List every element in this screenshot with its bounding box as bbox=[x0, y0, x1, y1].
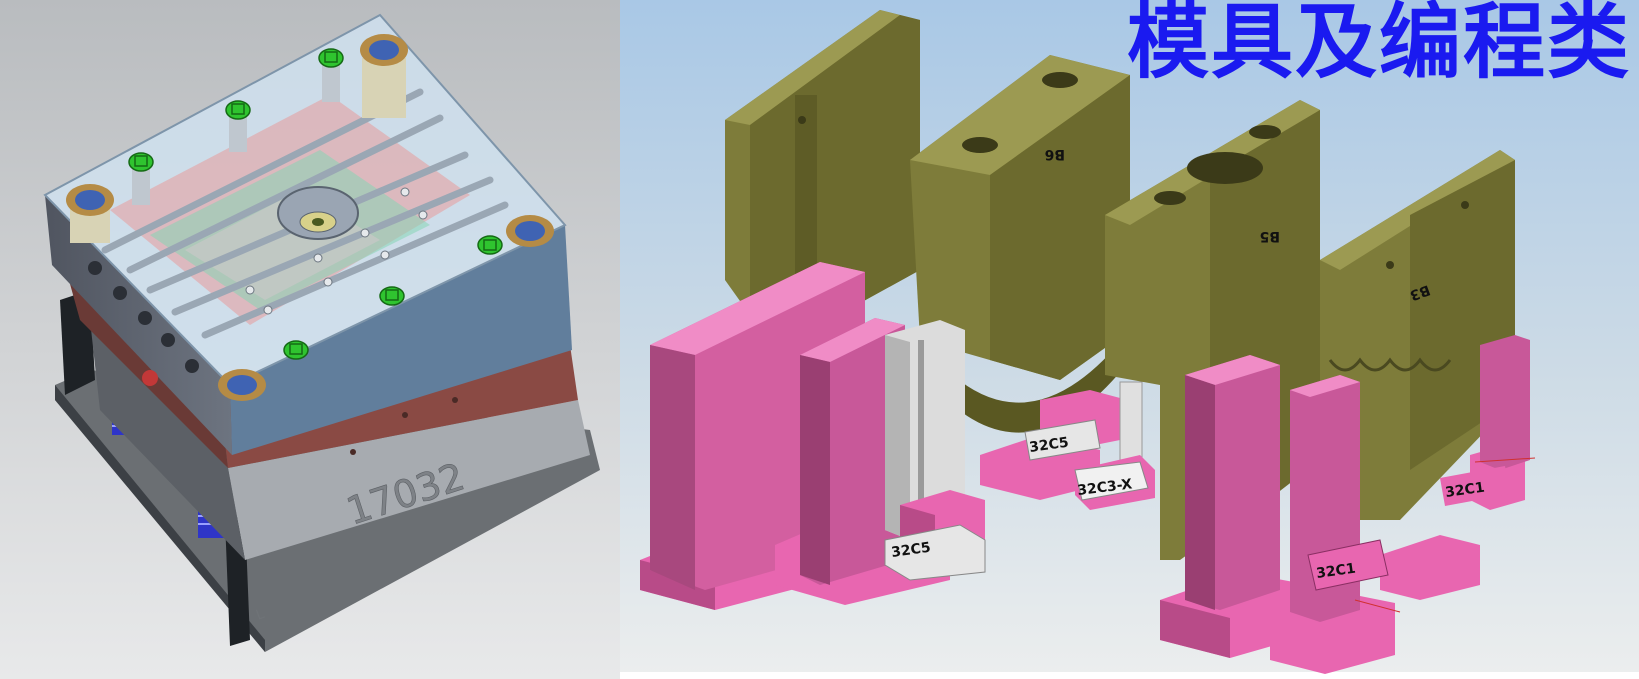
mold-assembly-view: 17032 L bbox=[0, 0, 620, 679]
label-b6: B6 bbox=[1045, 146, 1065, 162]
mold-assembly-drawing: 17032 L bbox=[0, 0, 620, 679]
image-canvas: 17032 L B6 32C5 32C5 32C3-X B5 B3 32C1 3… bbox=[0, 0, 1639, 679]
guide-bushing-top bbox=[360, 34, 408, 118]
sprue-bushing bbox=[277, 186, 359, 240]
guide-bushing-front bbox=[218, 369, 266, 401]
water-fitting bbox=[142, 370, 158, 386]
insert-parts-drawing: B6 32C5 32C5 32C3-X B5 B3 32C1 32C1 bbox=[620, 0, 1639, 679]
guide-bushing-right bbox=[506, 215, 554, 247]
insert-parts-view: B6 32C5 32C5 32C3-X B5 B3 32C1 32C1 模具及编… bbox=[620, 0, 1639, 679]
label-b5: B5 bbox=[1260, 228, 1280, 244]
banner-title: 模具及编程类 bbox=[1126, 0, 1631, 90]
guide-bushing-left bbox=[66, 184, 114, 243]
